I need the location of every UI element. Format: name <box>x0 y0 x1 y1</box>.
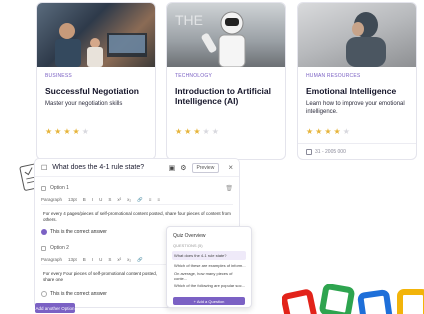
card-footer: 31 - 2005 000 <box>306 149 346 155</box>
correct-radio[interactable] <box>41 291 47 297</box>
option-1-body[interactable]: For every 4 pages/pieces of self-promoti… <box>43 211 233 223</box>
preview-button[interactable]: Preview <box>191 162 220 173</box>
font-size-dropdown[interactable]: 13pt <box>68 257 77 262</box>
list-button[interactable]: ≡ <box>157 197 160 202</box>
star-icon: ★ <box>306 127 316 136</box>
option-2-header: Option 2 <box>41 245 69 251</box>
course-title[interactable]: Introduction to Artificial Intelligence … <box>175 86 277 106</box>
overview-subtitle: QUESTIONS (5) <box>173 243 203 248</box>
rating-stars: ★★★★★ <box>306 127 352 136</box>
person-illustration <box>346 12 386 67</box>
star-icon: ★ <box>175 127 185 136</box>
rating-stars: ★★★★★ <box>45 127 91 136</box>
drag-handle-icon[interactable] <box>41 245 46 251</box>
course-title[interactable]: Emotional Intelligence <box>306 86 408 96</box>
overview-question-item[interactable]: Which of the following are popular soc..… <box>172 281 246 290</box>
correct-label: This is the correct answer <box>50 229 107 235</box>
option-1-toolbar: Paragraph 13pt B I U S x² x₂ 🔗 ≡ ≡ <box>41 195 233 205</box>
overview-question-item[interactable]: On average, how many pieces of conte... <box>172 270 246 281</box>
italic-button[interactable]: I <box>92 197 93 202</box>
course-image <box>298 3 416 67</box>
strike-button[interactable]: S <box>108 257 111 262</box>
star-icon: ★ <box>324 127 334 136</box>
bold-button[interactable]: B <box>83 257 86 262</box>
close-icon[interactable]: × <box>228 163 233 172</box>
brand-logo <box>282 284 424 314</box>
course-category: TECHNOLOGY <box>175 73 213 79</box>
image-icon[interactable]: ▣ <box>169 164 176 172</box>
course-card-ai[interactable]: THE TECHNOLOGY Introduction to Artificia… <box>166 2 286 160</box>
option-1-header: Option 1 <box>41 185 69 191</box>
calendar-icon <box>306 149 312 155</box>
italic-button[interactable]: I <box>92 257 93 262</box>
paragraph-dropdown[interactable]: Paragraph <box>41 257 62 262</box>
subscript-button[interactable]: x₂ <box>127 197 131 202</box>
font-size-dropdown[interactable]: 13pt <box>68 197 77 202</box>
course-image: THE <box>167 3 285 67</box>
paragraph-dropdown[interactable]: Paragraph <box>41 197 62 202</box>
strike-button[interactable]: S <box>108 197 111 202</box>
question-icon: ☐ <box>41 164 48 172</box>
overview-question-item[interactable]: Which of these are examples of inform... <box>172 261 246 270</box>
course-date: 31 - 2005 000 <box>315 149 346 155</box>
question-item-label: What does the 4-1 rule state? <box>174 253 227 258</box>
star-icon: ★ <box>193 127 203 136</box>
star-icon: ★ <box>63 127 73 136</box>
trash-icon[interactable]: 🗑 <box>225 185 233 192</box>
star-icon: ★ <box>202 127 212 136</box>
bold-button[interactable]: B <box>83 197 86 202</box>
course-category: HUMAN RESOURCES <box>306 73 361 79</box>
course-image <box>37 3 155 67</box>
question-bar: ☐ What does the 4-1 rule state? ▣ ⚙ Prev… <box>35 159 239 177</box>
underline-button[interactable]: U <box>99 257 102 262</box>
align-button[interactable]: ≡ <box>149 197 152 202</box>
quiz-overview-panel: Quiz Overview QUESTIONS (5) What does th… <box>166 226 252 308</box>
question-text[interactable]: What does the 4-1 rule state? <box>52 164 163 171</box>
superscript-button[interactable]: x² <box>117 257 121 262</box>
course-card-emotional-intelligence[interactable]: HUMAN RESOURCES Emotional Intelligence L… <box>297 2 417 160</box>
question-item-label: On average, how many pieces of conte... <box>174 270 233 281</box>
link-icon[interactable]: 🔗 <box>137 197 143 203</box>
option-1-correct[interactable]: This is the correct answer <box>41 229 107 235</box>
option-label: Option 1 <box>50 185 69 191</box>
correct-label: This is the correct answer <box>50 291 107 297</box>
star-icon: ★ <box>315 127 325 136</box>
course-description: Learn how to improve your emotional inte… <box>306 101 405 115</box>
course-title[interactable]: Successful Negotiation <box>45 86 147 96</box>
drag-handle-icon[interactable] <box>41 185 46 191</box>
underline-button[interactable]: U <box>99 197 102 202</box>
star-icon: ★ <box>45 127 55 136</box>
star-icon: ★ <box>333 127 343 136</box>
question-item-label: Which of the following are popular soc..… <box>174 283 245 288</box>
overview-title: Quiz Overview <box>173 233 206 239</box>
course-category: BUSINESS <box>45 73 72 79</box>
course-card-negotiation[interactable]: BUSINESS Successful Negotiation Master y… <box>36 2 156 160</box>
add-option-button[interactable]: Add another Option <box>35 303 75 313</box>
settings-icon[interactable]: ⚙ <box>180 164 186 172</box>
correct-radio[interactable] <box>41 229 47 235</box>
course-description: Master your negotiation skills <box>45 101 123 108</box>
svg-text:THE: THE <box>175 12 203 28</box>
star-icon: ★ <box>211 127 221 136</box>
option-2-correct[interactable]: This is the correct answer <box>41 291 107 297</box>
subscript-button[interactable]: x₂ <box>127 257 131 262</box>
option-2-body[interactable]: For every Four pieces of self-promotiona… <box>43 271 163 283</box>
link-icon[interactable]: 🔗 <box>137 257 143 263</box>
star-icon: ★ <box>72 127 82 136</box>
star-icon: ★ <box>81 127 91 136</box>
star-icon: ★ <box>342 127 352 136</box>
overview-question-item[interactable]: What does the 4-1 rule state? <box>172 251 246 260</box>
question-item-label: Which of these are examples of inform... <box>174 263 246 268</box>
superscript-button[interactable]: x² <box>117 197 121 202</box>
card-divider <box>298 143 416 144</box>
robot-illustration: THE <box>175 11 246 67</box>
meeting-illustration <box>55 23 147 67</box>
option-label: Option 2 <box>50 245 69 251</box>
add-question-button[interactable]: + Add a Question <box>173 297 245 305</box>
rating-stars: ★★★★★ <box>175 127 221 136</box>
star-icon: ★ <box>54 127 64 136</box>
star-icon: ★ <box>184 127 194 136</box>
